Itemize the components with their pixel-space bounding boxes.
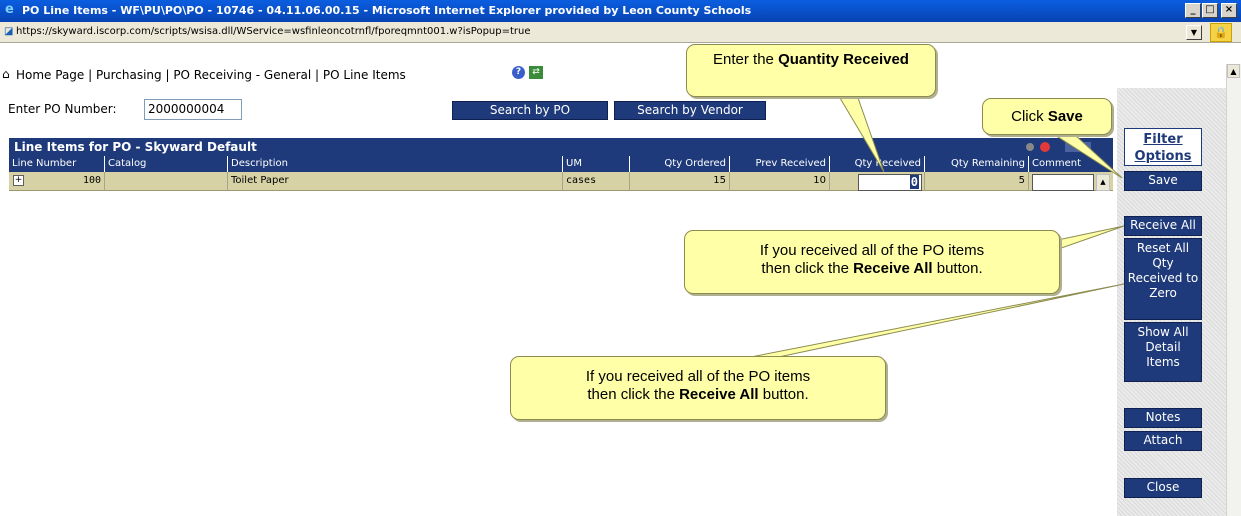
reset-callout-line1: If you received all of the PO items <box>585 368 811 385</box>
lock-icon[interactable]: 🔒 <box>1210 23 1232 42</box>
close-button[interactable]: Close <box>1124 478 1202 498</box>
cell-um: cases <box>563 172 630 191</box>
qty-received-value: 0 <box>909 175 919 189</box>
reset-callout: If you received all of the PO items then… <box>510 356 886 420</box>
receive-callout-bold: Receive All <box>853 260 933 277</box>
address-url[interactable]: https://skyward.iscorp.com/scripts/wsisa… <box>16 26 531 37</box>
receive-all-callout: If you received all of the PO items then… <box>684 230 1060 294</box>
table-row: + 100 Toilet Paper cases 15 10 5 <box>9 172 1113 191</box>
page-icon: ◪ <box>4 26 14 37</box>
col-description[interactable]: Description <box>228 156 563 172</box>
reset-callout-bold: Receive All <box>679 386 759 403</box>
cell-description: Toilet Paper <box>228 172 563 191</box>
address-bar: ◪ https://skyward.iscorp.com/scripts/wsi… <box>0 22 1241 43</box>
cell-catalog <box>105 172 228 191</box>
row-scroll-up-icon[interactable]: ▲ <box>1096 174 1110 191</box>
cell-prev-received: 10 <box>730 172 830 191</box>
reset-callout-line2-prefix: then click the <box>587 386 680 403</box>
receive-callout-line1: If you received all of the PO items <box>759 242 985 259</box>
minimize-button[interactable]: _ <box>1185 3 1201 18</box>
cell-qty-ordered: 15 <box>630 172 730 191</box>
po-number-input[interactable]: 2000000004 <box>144 99 242 120</box>
home-icon[interactable]: ⌂ <box>2 67 10 81</box>
save-button[interactable]: Save <box>1124 171 1202 191</box>
col-prev-received[interactable]: Prev Received <box>730 156 830 172</box>
reset-callout-pointer <box>719 283 1125 364</box>
filter-options-button[interactable]: Filter Options <box>1124 128 1202 166</box>
comment-input[interactable] <box>1032 174 1094 191</box>
grid-title: Line Items for PO - Skyward Default <box>9 138 1113 156</box>
receive-callout-line2-prefix: then click the <box>761 260 854 277</box>
col-line-number[interactable]: Line Number <box>9 156 105 172</box>
receive-callout-line2-suffix: button. <box>932 260 983 277</box>
reset-all-qty-button[interactable]: Reset All Qty Received to Zero <box>1124 238 1202 320</box>
cell-line-number: 100 <box>9 172 105 191</box>
col-qty-received[interactable]: Qty Received <box>830 156 925 172</box>
col-qty-remaining[interactable]: Qty Remaining <box>925 156 1029 172</box>
notes-button[interactable]: Notes <box>1124 408 1202 428</box>
grid-header-icons <box>1026 142 1091 152</box>
scroll-up-icon[interactable]: ▲ <box>1227 64 1240 78</box>
po-number-label: Enter PO Number: <box>8 102 117 116</box>
window-titlebar: e PO Line Items - WF\PU\PO\PO - 10746 - … <box>0 0 1241 22</box>
search-by-vendor-button[interactable]: Search by Vendor <box>614 101 766 120</box>
ie-logo-icon: e <box>5 2 14 17</box>
col-comment[interactable]: Comment <box>1029 156 1113 172</box>
col-catalog[interactable]: Catalog <box>105 156 228 172</box>
pin-icon <box>1026 143 1034 151</box>
address-dropdown-button[interactable]: ▼ <box>1186 25 1202 40</box>
qty-callout-prefix: Enter the <box>713 51 779 68</box>
breadcrumb[interactable]: Home Page | Purchasing | PO Receiving - … <box>16 68 406 82</box>
save-callout-bold: Save <box>1047 108 1083 125</box>
qty-received-callout: Enter the Quantity Received <box>686 44 936 97</box>
save-callout: Click Save <box>982 98 1112 135</box>
attach-button[interactable]: Attach <box>1124 431 1202 451</box>
page-scrollbar[interactable] <box>1226 64 1241 516</box>
grid-column-headers: Line Number Catalog Description UM Qty O… <box>9 156 1113 172</box>
qty-received-input[interactable]: 0 <box>858 174 922 191</box>
qty-callout-bold: Quantity Received <box>778 51 909 68</box>
reset-callout-line2-suffix: button. <box>758 386 809 403</box>
help-icon[interactable]: ? <box>512 66 525 79</box>
maximize-button[interactable]: □ <box>1202 3 1218 18</box>
search-by-po-button[interactable]: Search by PO <box>452 101 608 120</box>
save-callout-prefix: Click <box>1011 108 1048 125</box>
close-window-button[interactable]: × <box>1221 3 1237 18</box>
show-all-detail-button[interactable]: Show All Detail Items <box>1124 322 1202 382</box>
cell-qty-remaining: 5 <box>925 172 1029 191</box>
col-qty-ordered[interactable]: Qty Ordered <box>630 156 730 172</box>
window-title: PO Line Items - WF\PU\PO\PO - 10746 - 04… <box>22 4 752 17</box>
export-icon <box>1065 142 1091 152</box>
col-um[interactable]: UM <box>563 156 630 172</box>
receive-all-button[interactable]: Receive All <box>1124 216 1202 236</box>
network-icon[interactable]: ⇄ <box>529 66 543 79</box>
color-icon <box>1040 142 1050 152</box>
